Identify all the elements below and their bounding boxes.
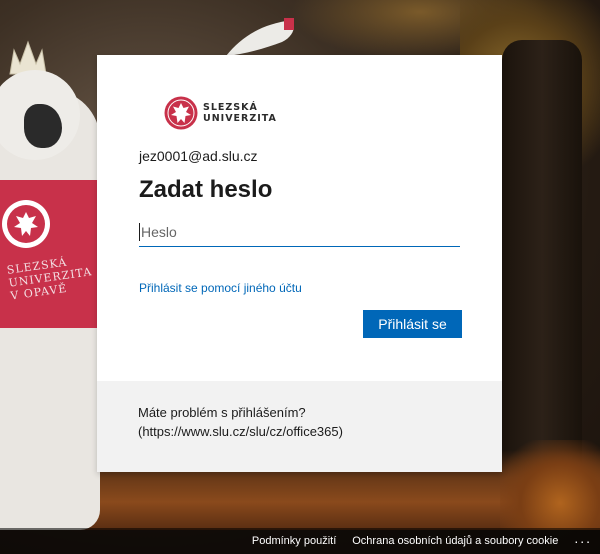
- page-title: Zadat heslo: [139, 176, 273, 203]
- sign-in-card: SLEZSKÁ UNIVERZITA jez0001@ad.slu.cz Zad…: [97, 55, 502, 472]
- account-identity: jez0001@ad.slu.cz: [139, 148, 258, 164]
- eagle-emblem-icon: [2, 200, 50, 248]
- logo-text-line: SLEZSKÁ: [203, 102, 258, 113]
- terms-of-use-link[interactable]: Podmínky použití: [252, 535, 336, 547]
- form-actions: Přihlásit se: [139, 310, 462, 338]
- password-field[interactable]: [139, 218, 460, 247]
- logo-wordmark: SLEZSKÁ UNIVERZITA: [203, 102, 277, 124]
- eagle-logo-icon: [164, 96, 198, 130]
- logo-text-line: UNIVERZITA: [203, 113, 277, 124]
- sign-in-form: SLEZSKÁ UNIVERZITA jez0001@ad.slu.cz Zad…: [97, 95, 502, 338]
- more-options-icon[interactable]: ...: [574, 531, 592, 549]
- help-url: (https://www.slu.cz/slu/cz/office365): [138, 424, 343, 439]
- sign-in-page: SLEZSKÁ UNIVERZITA V OPAVĚ SLEZSKÁ UNIVE…: [0, 0, 600, 554]
- mascot-beak: [24, 104, 62, 148]
- mascot: SLEZSKÁ UNIVERZITA V OPAVĚ: [0, 30, 100, 530]
- help-text: Máte problém s přihlášením? (https://www…: [138, 403, 343, 441]
- help-question: Máte problém s přihlášením?: [138, 405, 306, 420]
- footer-bar: Podmínky použití Ochrana osobních údajů …: [0, 528, 600, 554]
- privacy-cookies-link[interactable]: Ochrana osobních údajů a soubory cookie: [352, 535, 558, 547]
- sign-in-button[interactable]: Přihlásit se: [363, 310, 462, 338]
- help-section: Máte problém s přihlášením? (https://www…: [97, 381, 502, 472]
- password-input[interactable]: [141, 219, 460, 245]
- university-logo: SLEZSKÁ UNIVERZITA: [164, 95, 460, 131]
- background-leaves: [500, 440, 600, 530]
- mascot-wing: [226, 18, 294, 56]
- sign-in-other-account-link[interactable]: Přihlásit se pomocí jiného účtu: [139, 281, 460, 295]
- text-caret: [139, 223, 140, 241]
